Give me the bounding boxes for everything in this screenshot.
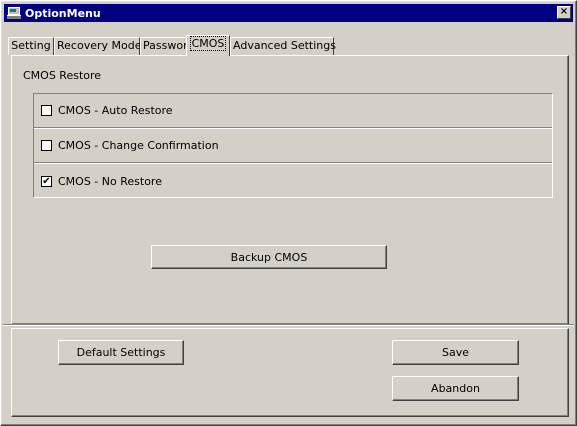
- cmos-restore-label: CMOS Restore: [23, 69, 102, 82]
- close-button[interactable]: ×: [557, 6, 571, 19]
- option-no-restore[interactable]: ✔ CMOS - No Restore: [34, 164, 552, 198]
- change-confirmation-checkbox[interactable]: [41, 140, 52, 151]
- option-auto-restore[interactable]: CMOS - Auto Restore: [34, 94, 552, 128]
- window-title: OptionMenu: [25, 6, 101, 20]
- title-bar[interactable]: OptionMenu ×: [4, 4, 573, 22]
- option-menu-window: OptionMenu × Setting Recovery Mode Passw…: [0, 0, 577, 426]
- tab-advanced-settings[interactable]: Advanced Settings: [230, 37, 336, 55]
- auto-restore-checkbox[interactable]: [41, 105, 52, 116]
- backup-cmos-button[interactable]: Backup CMOS: [151, 245, 387, 269]
- no-restore-checkbox[interactable]: ✔: [41, 175, 52, 187]
- tab-cmos[interactable]: CMOS: [186, 35, 230, 56]
- abandon-button[interactable]: Abandon: [392, 376, 519, 401]
- tab-password[interactable]: Password: [140, 37, 194, 55]
- default-settings-button[interactable]: Default Settings: [58, 340, 184, 365]
- tab-recovery-mode[interactable]: Recovery Mode: [54, 37, 141, 55]
- checkmark-icon: ✔: [42, 175, 51, 187]
- footer-separator: [3, 324, 574, 326]
- tab-setting[interactable]: Setting: [8, 37, 54, 55]
- change-confirmation-label: CMOS - Change Confirmation: [58, 139, 219, 152]
- cmos-restore-options: CMOS - Auto Restore CMOS - Change Confir…: [33, 93, 553, 198]
- option-change-confirmation[interactable]: CMOS - Change Confirmation: [34, 129, 552, 163]
- computer-icon: [7, 7, 21, 19]
- auto-restore-label: CMOS - Auto Restore: [58, 104, 173, 117]
- no-restore-label: CMOS - No Restore: [58, 174, 162, 188]
- save-button[interactable]: Save: [392, 340, 519, 365]
